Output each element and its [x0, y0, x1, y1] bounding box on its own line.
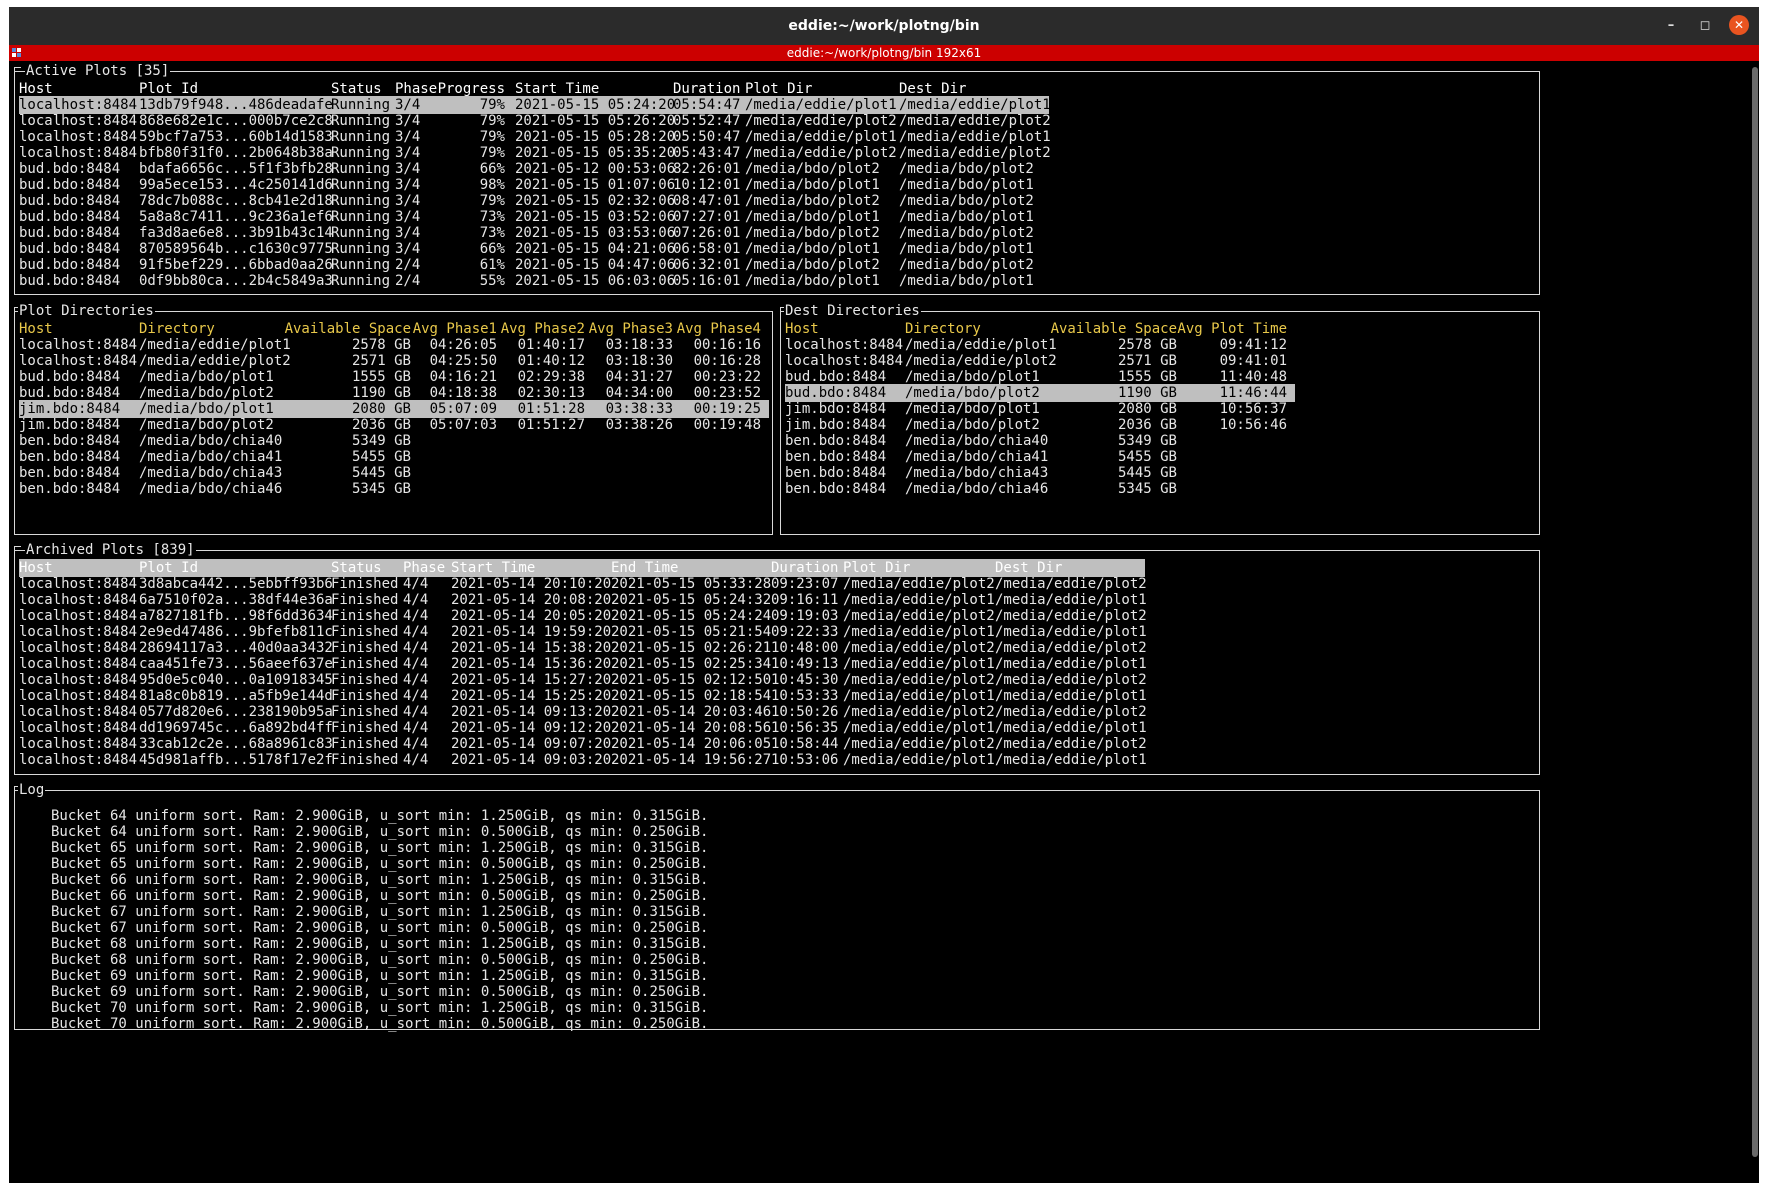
- plot-directories-panel: Plot Directories Host Directory Available …: [14, 302, 773, 535]
- close-icon[interactable]: ✕: [1729, 15, 1749, 35]
- table-cell: ben.bdo:8484: [19, 481, 121, 497]
- table-cell: /media/eddie/plot1: [995, 752, 1147, 768]
- active-plots-title: Active Plots [35]: [25, 62, 171, 80]
- terminal-window: eddie:~/work/plotng/bin – ◻ ✕ eddie:~/wo…: [9, 7, 1759, 1183]
- maximize-icon[interactable]: ◻: [1695, 15, 1715, 35]
- dest-directories-title: Dest Directories: [784, 302, 921, 320]
- table-cell: /media/bdo/chia46: [139, 481, 283, 497]
- table-cell: 4/4: [403, 752, 429, 768]
- terminal-icon: [12, 48, 22, 58]
- table-cell: 55%: [479, 273, 505, 289]
- table-cell: 2/4: [395, 273, 421, 289]
- table-cell: 45d981affb...5178f17e2f: [139, 752, 333, 768]
- terminal-content[interactable]: Active Plots [35] Host Plot Id Status Phase…: [9, 61, 1747, 1183]
- log-line: Bucket 70 uniform sort. Ram: 2.900GiB, u…: [51, 1016, 709, 1032]
- table-cell: /media/bdo/plot1: [745, 273, 880, 289]
- dest-directories-panel: Dest Directories Host Directory Available …: [780, 302, 1540, 535]
- table-cell: /media/eddie/plot1: [843, 752, 995, 768]
- scrollbar-thumb[interactable]: [1752, 67, 1758, 1157]
- table-cell: /media/bdo/chia46: [905, 481, 1049, 497]
- log-panel: Log Bucket 64 uniform sort. Ram: 2.900Gi…: [14, 781, 1540, 1032]
- tab-title: eddie:~/work/plotng/bin 192x61: [786, 46, 982, 60]
- window-title: eddie:~/work/plotng/bin: [788, 18, 980, 34]
- table-cell: 2021-05-14 19:56:27: [611, 752, 772, 768]
- title-bar[interactable]: eddie:~/work/plotng/bin – ◻ ✕: [9, 7, 1759, 45]
- minimize-icon[interactable]: –: [1661, 15, 1681, 35]
- scrollbar[interactable]: [1752, 63, 1758, 1163]
- log-title: Log: [18, 781, 46, 799]
- table-cell: 5345 GB: [351, 481, 411, 497]
- plot-directories-title: Plot Directories: [18, 302, 155, 320]
- table-cell: 5345 GB: [1117, 481, 1177, 497]
- table-cell: bud.bdo:8484: [19, 273, 121, 289]
- tab-bar[interactable]: eddie:~/work/plotng/bin 192x61: [9, 45, 1759, 61]
- table-row[interactable]: bud.bdo:8484 0df9bb80ca...2b4c5849a3 Runni…: [19, 272, 1049, 290]
- table-cell: 0df9bb80ca...2b4c5849a3: [139, 273, 333, 289]
- table-cell: Finished: [331, 752, 399, 768]
- table-cell: ben.bdo:8484: [785, 481, 887, 497]
- table-cell: localhost:8484: [19, 752, 138, 768]
- table-cell: 10:53:06: [771, 752, 839, 768]
- table-cell: 2021-05-14 09:03:20: [451, 752, 612, 768]
- archived-plots-panel: Archived Plots [839] Host Plot Id Status Ph…: [14, 541, 1540, 775]
- table-row[interactable]: ben.bdo:8484/media/bdo/chia46 5345 GB: [19, 480, 769, 498]
- table-cell: 05:16:01: [673, 273, 741, 289]
- table-cell: 2021-05-15 06:03:06: [515, 273, 676, 289]
- table-cell: Running: [331, 273, 391, 289]
- table-cell: /media/bdo/plot1: [899, 273, 1034, 289]
- table-row[interactable]: localhost:8484 45d981affb...5178f17e2f Fin…: [19, 751, 1147, 769]
- active-plots-panel: Active Plots [35] Host Plot Id Status Phase…: [14, 62, 1540, 295]
- archived-plots-title: Archived Plots [839]: [25, 541, 196, 559]
- table-row[interactable]: ben.bdo:8484/media/bdo/chia46 5345 GB: [785, 480, 1295, 498]
